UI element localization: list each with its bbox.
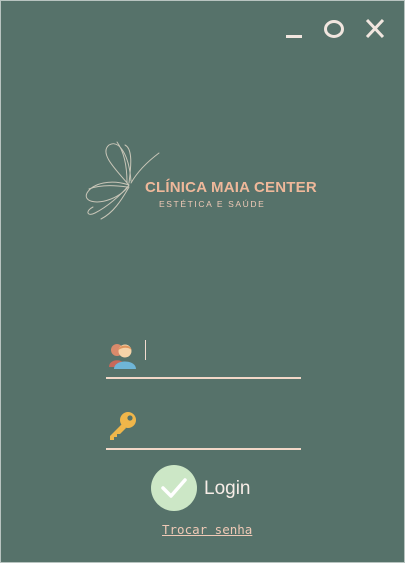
login-check-circle	[151, 465, 197, 511]
username-input[interactable]	[142, 338, 308, 364]
password-underline	[106, 448, 301, 450]
login-label: Login	[204, 478, 251, 499]
password-input[interactable]	[142, 415, 308, 441]
close-button[interactable]	[363, 15, 387, 41]
users-icon	[109, 344, 136, 369]
brand-name: CLÍNICA MAIA CENTER	[145, 179, 317, 196]
username-underline	[106, 377, 301, 379]
maximize-button[interactable]	[322, 15, 346, 41]
close-icon	[365, 18, 385, 39]
minimize-button[interactable]	[283, 15, 305, 41]
maximize-icon	[324, 20, 344, 38]
login-window: CLÍNICA MAIA CENTER ESTÉTICA E SAÚDE Log…	[0, 0, 405, 563]
minimize-icon	[286, 35, 302, 38]
login-button[interactable]: Login	[151, 465, 261, 513]
brand-tagline: ESTÉTICA E SAÚDE	[159, 199, 266, 209]
change-password-link[interactable]: Trocar senha	[162, 522, 252, 537]
check-icon	[161, 478, 187, 498]
key-icon	[110, 412, 136, 440]
